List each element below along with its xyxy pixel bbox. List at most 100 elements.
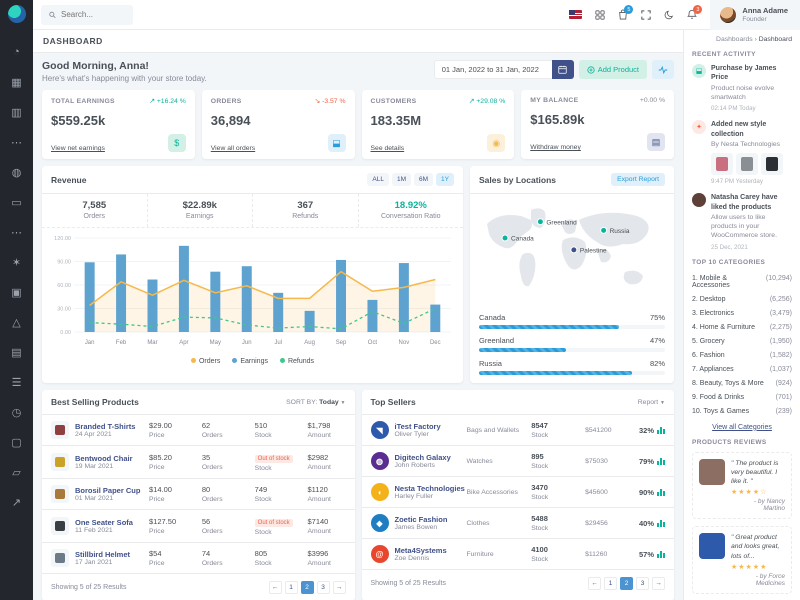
best-selling-card: Best Selling Products SORT BY: Today ▼ B… <box>42 390 355 600</box>
category-row[interactable]: 3. Electronics(3,479) <box>692 307 792 321</box>
seller-row[interactable]: @ Meta4Systems Zoe Dennis Furniture 4100… <box>362 539 675 570</box>
range-button-all[interactable]: ALL <box>367 173 389 186</box>
cart-button[interactable]: 5 <box>618 9 628 20</box>
add-product-button[interactable]: Add Product <box>579 60 647 79</box>
seller-row[interactable]: ◖ Nesta Technologies Harley Fuller Bike … <box>362 477 675 508</box>
page-button-→[interactable]: → <box>652 577 665 590</box>
page-button-1[interactable]: 1 <box>285 581 298 594</box>
category-row[interactable]: 8. Beauty, Toys & More(924) <box>692 377 792 391</box>
stat-link[interactable]: Withdraw money <box>530 144 581 151</box>
products-reviews-title: PRODUCTS REVIEWS <box>692 439 792 446</box>
sidebar-item-layouts-icon[interactable]: ▥ <box>0 97 33 127</box>
product-row[interactable]: Bentwood Chair 19 Mar 2021 $85.20Price 3… <box>42 446 355 479</box>
page-button-2[interactable]: 2 <box>620 577 633 590</box>
dark-mode-button[interactable] <box>664 10 674 20</box>
activity-product-image[interactable] <box>761 153 783 175</box>
legend-orders[interactable]: Orders <box>191 358 220 365</box>
page-button-→[interactable]: → <box>333 581 346 594</box>
mini-bar-chart-icon <box>657 427 665 434</box>
user-menu[interactable]: Anna Adame Founder <box>710 0 800 30</box>
sort-by-dropdown[interactable]: SORT BY: Today ▼ <box>286 399 345 406</box>
stat-delta: ↗ +16.24 % <box>149 97 186 105</box>
category-row[interactable]: 9. Food & Drinks(701) <box>692 391 792 405</box>
sidebar-item-dashboards-icon[interactable]: ◔ <box>0 37 33 67</box>
language-flag[interactable] <box>569 10 582 19</box>
stat-link[interactable]: View all orders <box>211 145 255 152</box>
activity-product-image[interactable] <box>711 153 733 175</box>
sidebar-item-boxes-icon[interactable]: ▢ <box>0 427 33 457</box>
sidebar-item-icons-icon[interactable]: ✶ <box>0 247 33 277</box>
range-button-1y[interactable]: 1Y <box>436 173 454 186</box>
category-row[interactable]: 5. Grocery(1,950) <box>692 335 792 349</box>
legend-earnings[interactable]: Earnings <box>232 358 268 365</box>
search-input[interactable] <box>61 10 125 19</box>
product-row[interactable]: Stillbird Helmet 17 Jan 2021 $54Price 74… <box>42 543 355 574</box>
seller-row[interactable]: ◥ iTest Factory Oliver Tyler Bags and Wa… <box>362 415 675 446</box>
mini-bar-chart-icon <box>657 489 665 496</box>
sidebar-item-widgets-icon[interactable]: ▭ <box>0 187 33 217</box>
reviewer-avatar <box>699 533 725 559</box>
page-button-1[interactable]: 1 <box>604 577 617 590</box>
page-button-3[interactable]: 3 <box>317 581 330 594</box>
legend-refunds[interactable]: Refunds <box>280 358 314 365</box>
view-all-categories-link[interactable]: View all Categories <box>692 424 792 431</box>
seller-row[interactable]: ◆ Zoetic Fashion James Bowen Clothes 548… <box>362 508 675 539</box>
right-sidebar[interactable]: Dashboards › Dashboard RECENT ACTIVITY ⬓… <box>683 30 800 600</box>
sidebar-item-charts-icon[interactable]: ◷ <box>0 397 33 427</box>
dashboard-scroll-area[interactable]: Good Morning, Anna! Here's what's happen… <box>33 53 683 600</box>
activity-item[interactable]: ✦ Added new style collection By Nesta Te… <box>692 120 792 185</box>
report-dropdown[interactable]: Report ▼ <box>638 399 665 406</box>
page-button-←[interactable]: ← <box>269 581 282 594</box>
range-button-1m[interactable]: 1M <box>392 173 411 186</box>
best-selling-title: Best Selling Products <box>51 397 139 407</box>
stat-link[interactable]: View net earnings <box>51 145 105 152</box>
sidebar-item-authentication-icon[interactable]: ◍ <box>0 157 33 187</box>
product-row[interactable]: Borosil Paper Cup 01 Mar 2021 $14.00Pric… <box>42 479 355 510</box>
sidebar-item-pages-more-icon[interactable]: ⋯ <box>0 127 33 157</box>
range-button-6m[interactable]: 6M <box>414 173 433 186</box>
sidebar-item-advance-ui-icon[interactable]: △ <box>0 307 33 337</box>
breadcrumb-parent[interactable]: Dashboards <box>716 36 753 43</box>
sidebar-item-maps-icon[interactable]: ▱ <box>0 457 33 487</box>
date-range-input[interactable]: 01 Jan, 2022 to 31 Jan, 2022 <box>434 60 552 79</box>
calendar-button[interactable] <box>552 60 574 79</box>
svg-text:Sep: Sep <box>336 340 347 346</box>
category-row[interactable]: 10. Toys & Games(239) <box>692 405 792 419</box>
activity-item[interactable]: Natasha Carey have liked the products Al… <box>692 193 792 250</box>
sidebar-item-external-icon[interactable]: ↗ <box>0 487 33 517</box>
export-report-button[interactable]: Export Report <box>611 173 665 186</box>
seller-row[interactable]: ◍ Digitech Galaxy John Roberts Watches 8… <box>362 446 675 477</box>
category-row[interactable]: 6. Fashion(1,582) <box>692 349 792 363</box>
page-button-←[interactable]: ← <box>588 577 601 590</box>
page-button-2[interactable]: 2 <box>301 581 314 594</box>
stat-link[interactable]: See details <box>371 145 405 152</box>
product-row[interactable]: Branded T-Shirts 24 Apr 2021 $29.00Price… <box>42 415 355 446</box>
svg-text:May: May <box>210 340 221 346</box>
sidebar-item-base-ui-icon[interactable]: ▣ <box>0 277 33 307</box>
apps-menu-button[interactable] <box>595 10 605 20</box>
product-row[interactable]: One Seater Sofa 11 Feb 2021 $127.50Price… <box>42 510 355 543</box>
seller-company: Digitech Galaxy <box>395 453 467 462</box>
activity-product-image[interactable] <box>736 153 758 175</box>
sidebar-item-tables-icon[interactable]: ☰ <box>0 367 33 397</box>
category-row[interactable]: 4. Home & Furniture(2,275) <box>692 321 792 335</box>
notifications-button[interactable]: 3 <box>687 9 697 20</box>
user-name: Anna Adame <box>742 6 788 16</box>
product-thumbnail <box>51 421 69 439</box>
search-box[interactable] <box>41 5 133 25</box>
app-logo[interactable] <box>8 5 26 23</box>
category-row[interactable]: 2. Desktop(6,256) <box>692 293 792 307</box>
category-row[interactable]: 1. Mobile & Accessories(10,294) <box>692 272 792 293</box>
fullscreen-button[interactable] <box>641 10 651 20</box>
sidebar-item-menu-more-icon[interactable]: ⋯ <box>0 217 33 247</box>
activity-item[interactable]: ⬓ Purchase by James Price Product noise … <box>692 64 792 112</box>
stat-value: $165.89k <box>530 112 665 127</box>
plus-circle-icon <box>587 66 595 74</box>
sidebar-item-apps-icon[interactable]: ▦ <box>0 67 33 97</box>
page-button-3[interactable]: 3 <box>636 577 649 590</box>
category-row[interactable]: 7. Appliances(1,037) <box>692 363 792 377</box>
revenue-stat-earnings: $22.89kEarnings <box>148 194 254 227</box>
activity-shortcut-button[interactable] <box>652 60 674 79</box>
sidebar-item-forms-icon[interactable]: ▤ <box>0 337 33 367</box>
seller-company: Nesta Technologies <box>395 484 467 493</box>
